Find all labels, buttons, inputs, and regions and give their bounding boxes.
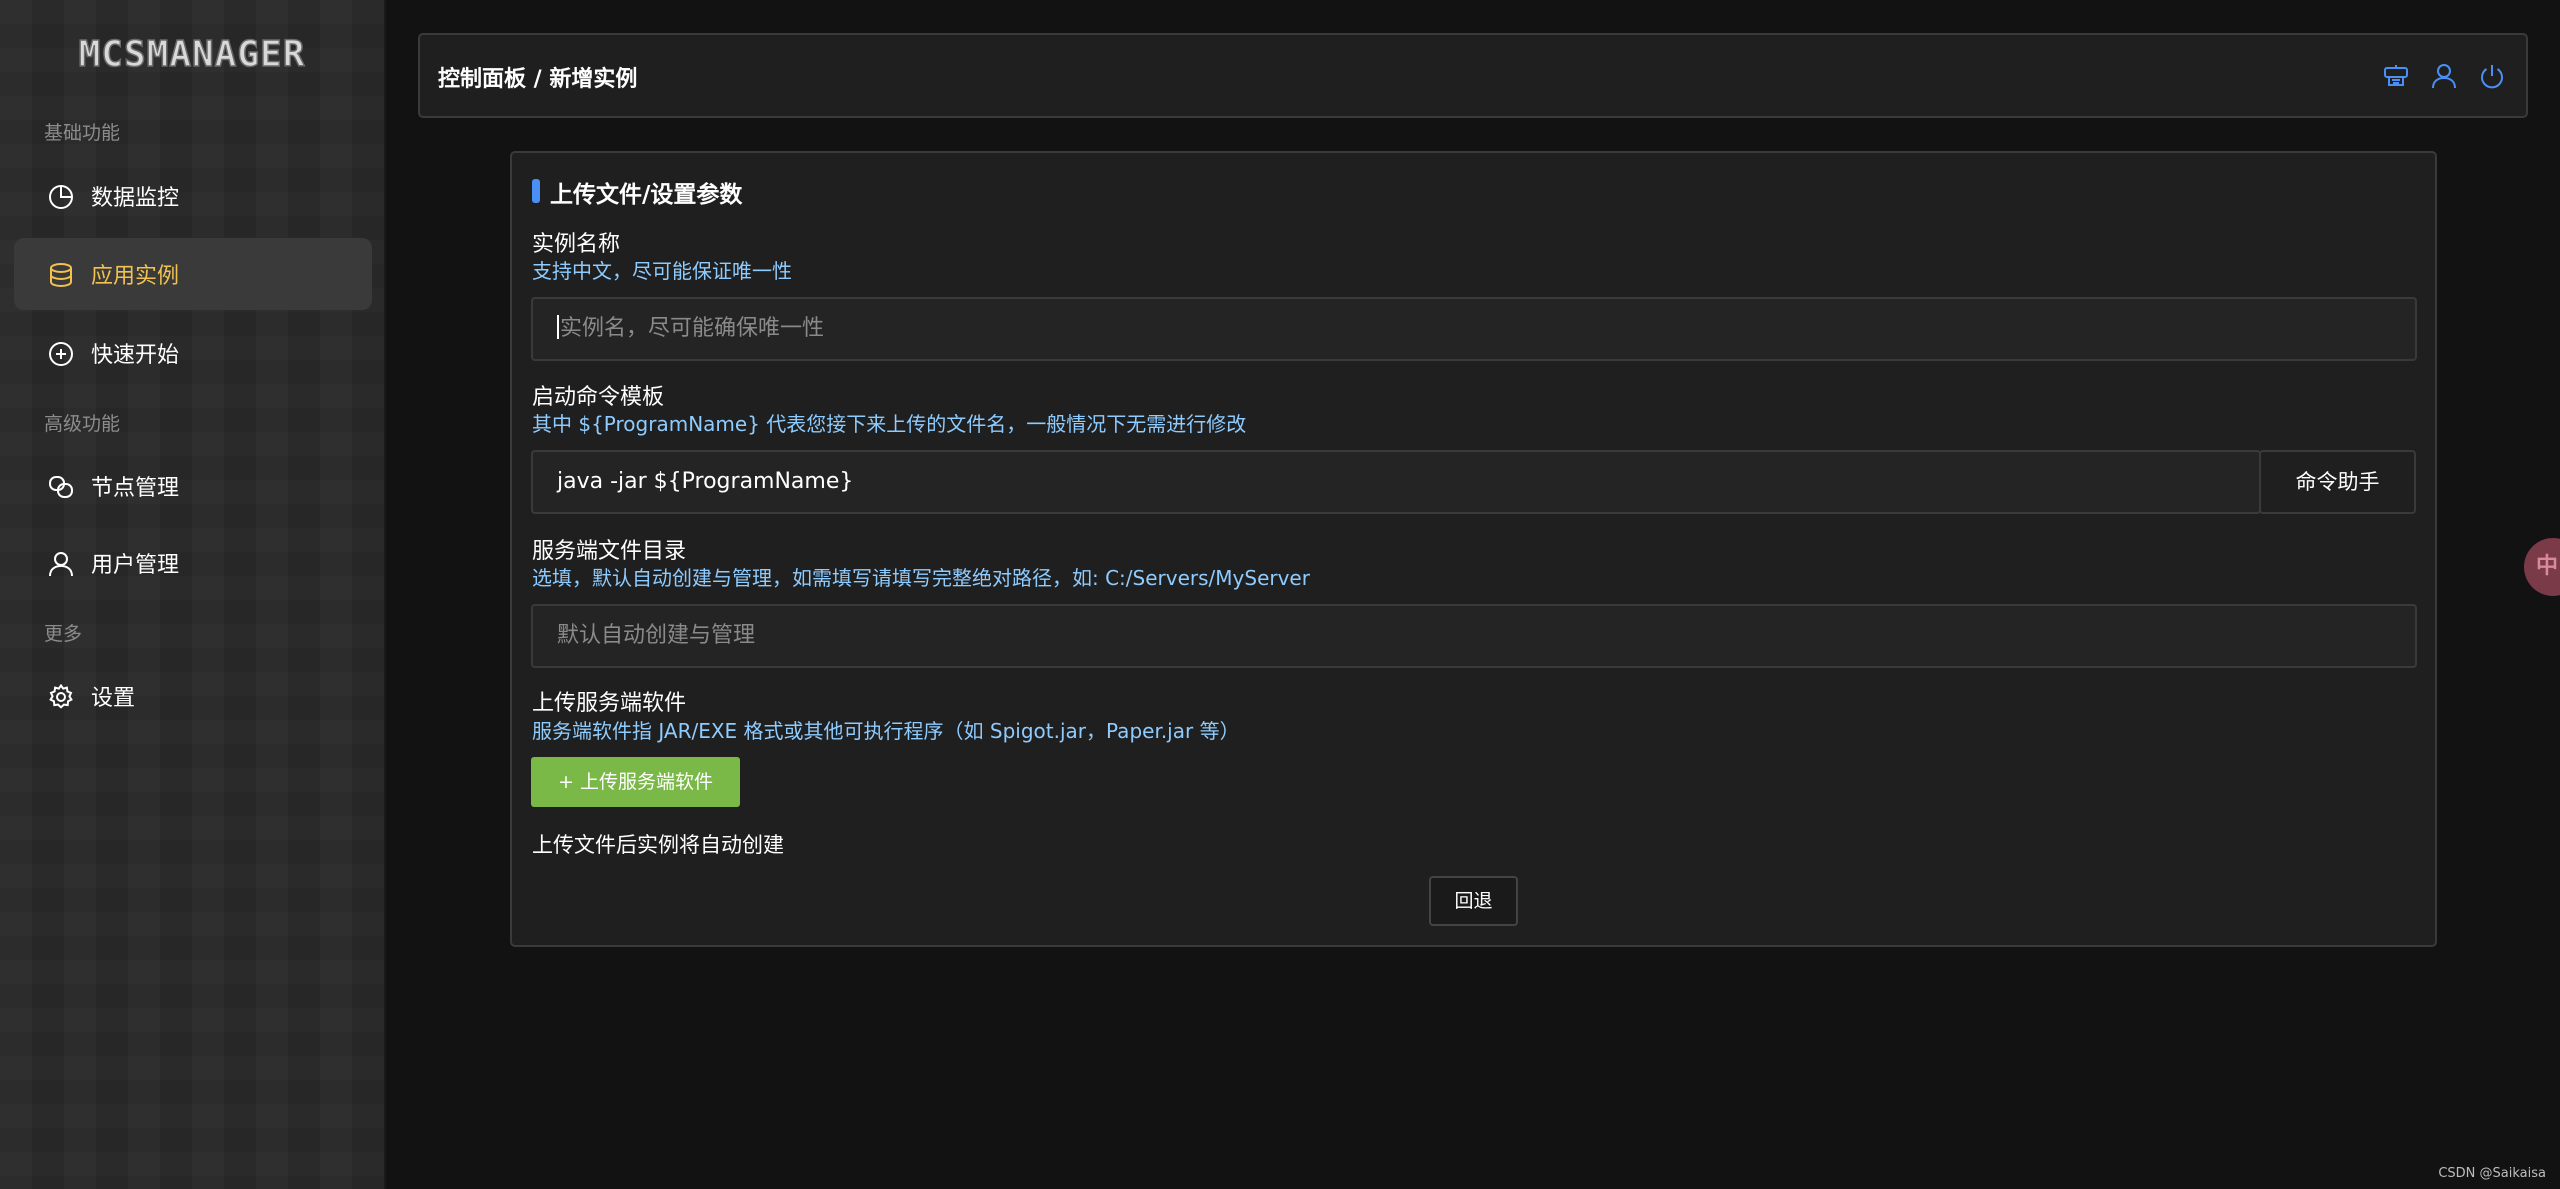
section-title-basic: 基础功能 bbox=[44, 122, 121, 144]
title-accent-bar bbox=[532, 179, 540, 203]
sidebar-item-nodes[interactable]: 节点管理 bbox=[14, 450, 372, 522]
user-icon[interactable] bbox=[2431, 63, 2457, 89]
auto-create-note: 上传文件后实例将自动创建 bbox=[532, 833, 784, 857]
sidebar-item-label: 设置 bbox=[91, 686, 136, 711]
pie-chart-icon bbox=[48, 184, 74, 210]
card-title: 上传文件/设置参数 bbox=[550, 182, 743, 208]
create-instance-card: 上传文件/设置参数 实例名称 支持中文，尽可能保证唯一性 实例名，尽可能确保唯一… bbox=[510, 151, 2437, 947]
start-command-input[interactable]: java -jar ${ProgramName} bbox=[531, 450, 2261, 514]
sidebar-item-settings[interactable]: 设置 bbox=[14, 660, 372, 732]
instance-name-label: 实例名称 bbox=[532, 232, 621, 257]
plus-circle-icon bbox=[48, 341, 74, 367]
breadcrumb: 控制面板 / 新增实例 bbox=[438, 67, 638, 92]
instance-name-help: 支持中文，尽可能保证唯一性 bbox=[532, 259, 792, 283]
top-header: 控制面板 / 新增实例 bbox=[418, 33, 2528, 118]
section-title-more: 更多 bbox=[44, 623, 83, 645]
server-dir-input[interactable]: 默认自动创建与管理 bbox=[531, 604, 2417, 668]
start-command-help: 其中 ${ProgramName} 代表您接下来上传的文件名，一般情况下无需进行… bbox=[532, 412, 1247, 436]
language-float-button[interactable]: 中 bbox=[2524, 538, 2560, 596]
upload-server-software-button[interactable]: + 上传服务端软件 bbox=[531, 757, 740, 807]
command-helper-button[interactable]: 命令助手 bbox=[2259, 450, 2416, 514]
sidebar-item-data-monitor[interactable]: 数据监控 bbox=[14, 160, 372, 232]
watermark: CSDN @Saikaisa bbox=[2438, 1166, 2546, 1181]
sidebar-item-label: 应用实例 bbox=[91, 264, 180, 289]
section-title-advanced: 高级功能 bbox=[44, 413, 121, 435]
sidebar-item-label: 数据监控 bbox=[91, 186, 180, 211]
sidebar-item-quick-start[interactable]: 快速开始 bbox=[14, 317, 372, 389]
sidebar: MCSMANAGER 基础功能 数据监控 应用实例 快速开始 高级功能 节点管理… bbox=[0, 0, 386, 1189]
mcsmanager-logo[interactable]: MCSMANAGER bbox=[54, 32, 330, 76]
upload-help: 服务端软件指 JAR/EXE 格式或其他可执行程序（如 Spigot.jar，P… bbox=[532, 719, 1240, 743]
text-caret bbox=[557, 315, 559, 339]
sidebar-item-label: 快速开始 bbox=[91, 343, 180, 368]
start-command-label: 启动命令模板 bbox=[532, 385, 665, 410]
gear-icon bbox=[48, 684, 74, 710]
server-dir-help: 选填，默认自动创建与管理，如需填写请填写完整绝对路径，如: C:/Servers… bbox=[532, 566, 1310, 590]
sidebar-item-label: 节点管理 bbox=[91, 476, 180, 501]
power-icon[interactable] bbox=[2479, 63, 2505, 89]
upload-label: 上传服务端软件 bbox=[532, 691, 687, 716]
back-button[interactable]: 回退 bbox=[1429, 876, 1518, 926]
database-icon bbox=[48, 262, 74, 288]
translate-icon[interactable] bbox=[2383, 63, 2409, 89]
svg-text:MCSMANAGER: MCSMANAGER bbox=[79, 34, 306, 74]
server-dir-label: 服务端文件目录 bbox=[532, 539, 687, 564]
sidebar-item-label: 用户管理 bbox=[91, 553, 180, 578]
instance-name-input[interactable]: 实例名，尽可能确保唯一性 bbox=[531, 297, 2417, 361]
instance-name-placeholder: 实例名，尽可能确保唯一性 bbox=[560, 316, 825, 341]
user-icon bbox=[48, 551, 74, 577]
sidebar-item-users[interactable]: 用户管理 bbox=[14, 527, 372, 599]
nodes-icon bbox=[48, 474, 74, 500]
sidebar-item-instances[interactable]: 应用实例 bbox=[14, 238, 372, 310]
